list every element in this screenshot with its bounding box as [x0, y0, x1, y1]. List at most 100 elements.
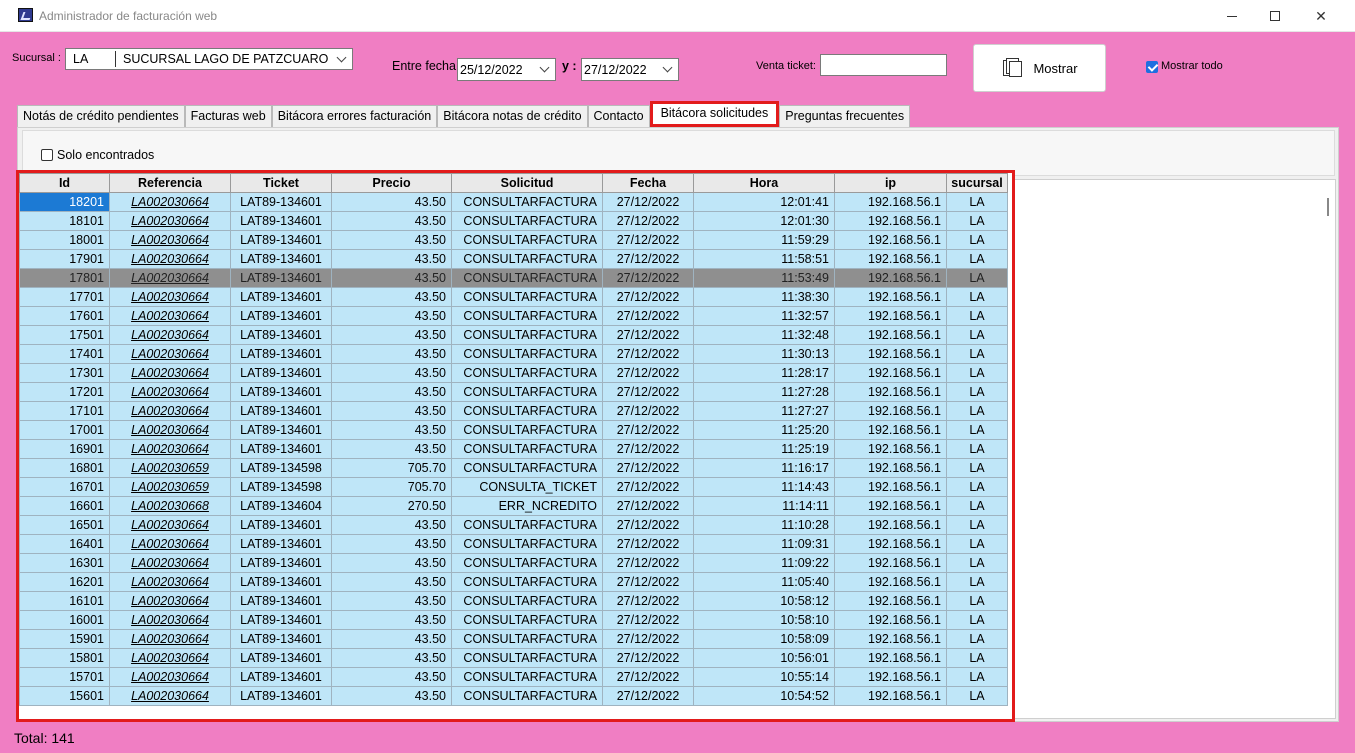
cell-referencia[interactable]: LA002030664	[109, 249, 231, 269]
cell-precio: 43.50	[331, 515, 452, 535]
cell-referencia[interactable]: LA002030668	[109, 496, 231, 516]
cell-referencia[interactable]: LA002030664	[109, 192, 231, 212]
column-header-sucursal[interactable]: sucursal	[946, 173, 1008, 193]
cell-referencia[interactable]: LA002030664	[109, 420, 231, 440]
tab-notas-credito-pendientes[interactable]: Notás de crédito pendientes	[17, 105, 185, 127]
minimize-button[interactable]	[1209, 0, 1255, 32]
cell-ip: 192.168.56.1	[834, 192, 947, 212]
cell-sucursal: LA	[946, 572, 1008, 592]
cell-referencia[interactable]: LA002030664	[109, 401, 231, 421]
cell-referencia[interactable]: LA002030664	[109, 591, 231, 611]
cell-referencia[interactable]: LA002030664	[109, 325, 231, 345]
cell-referencia[interactable]: LA002030659	[109, 458, 231, 478]
column-header-ticket[interactable]: Ticket	[230, 173, 332, 193]
fecha-inicio-picker[interactable]: 25/12/2022	[457, 58, 556, 81]
cell-referencia[interactable]: LA002030664	[109, 648, 231, 668]
cell-referencia[interactable]: LA002030664	[109, 344, 231, 364]
cell-ip: 192.168.56.1	[834, 496, 947, 516]
table-row[interactable]: 17801 LA002030664 LAT89-134601 43.50 CONSULT…	[19, 268, 1008, 288]
cell-referencia[interactable]: LA002030664	[109, 363, 231, 383]
table-row[interactable]: 17501 LA002030664 LAT89-134601 43.50 CONSULT…	[19, 325, 1008, 345]
table-row[interactable]: 16901 LA002030664 LAT89-134601 43.50 CONSULT…	[19, 439, 1008, 459]
table-row[interactable]: 17701 LA002030664 LAT89-134601 43.50 CONSULT…	[19, 287, 1008, 307]
table-row[interactable]: 17001 LA002030664 LAT89-134601 43.50 CONSULT…	[19, 420, 1008, 440]
cell-ticket: LAT89-134601	[230, 686, 332, 706]
cell-precio: 43.50	[331, 401, 452, 421]
cell-id: 17901	[19, 249, 110, 269]
mostrar-todo-checkbox[interactable]	[1146, 61, 1158, 73]
fecha-fin-picker[interactable]: 27/12/2022	[581, 58, 679, 81]
tab-bitacora-errores-facturacion[interactable]: Bitácora errores facturación	[271, 105, 438, 127]
cell-referencia[interactable]: LA002030664	[109, 287, 231, 307]
table-row[interactable]: 16501 LA002030664 LAT89-134601 43.50 CONSULT…	[19, 515, 1008, 535]
column-header-ip[interactable]: ip	[834, 173, 947, 193]
cell-referencia[interactable]: LA002030664	[109, 306, 231, 326]
cell-id: 18201	[19, 192, 110, 212]
column-header-hora[interactable]: Hora	[693, 173, 835, 193]
cell-referencia[interactable]: LA002030664	[109, 268, 231, 288]
table-row[interactable]: 18001 LA002030664 LAT89-134601 43.50 CONSULT…	[19, 230, 1008, 250]
table-row[interactable]: 17201 LA002030664 LAT89-134601 43.50 CONSULT…	[19, 382, 1008, 402]
cell-referencia[interactable]: LA002030664	[109, 382, 231, 402]
table-row[interactable]: 17301 LA002030664 LAT89-134601 43.50 CONSULT…	[19, 363, 1008, 383]
cell-referencia[interactable]: LA002030664	[109, 610, 231, 630]
cell-referencia[interactable]: LA002030664	[109, 534, 231, 554]
table-row[interactable]: 16701 LA002030659 LAT89-134598 705.70 CONSUL…	[19, 477, 1008, 497]
cell-fecha: 27/12/2022	[602, 268, 694, 288]
table-row[interactable]: 16601 LA002030668 LAT89-134604 270.50 ERR_NC…	[19, 496, 1008, 516]
cell-referencia[interactable]: LA002030664	[109, 553, 231, 573]
column-header-solicitud[interactable]: Solicitud	[451, 173, 603, 193]
cell-precio: 43.50	[331, 249, 452, 269]
cell-referencia[interactable]: LA002030664	[109, 515, 231, 535]
cell-referencia[interactable]: LA002030664	[109, 667, 231, 687]
cell-hora: 11:16:17	[693, 458, 835, 478]
table-row[interactable]: 17901 LA002030664 LAT89-134601 43.50 CONSULT…	[19, 249, 1008, 269]
table-row[interactable]: 18201 LA002030664 LAT89-134601 43.50 CONSULT…	[19, 192, 1008, 212]
table-row[interactable]: 15601 LA002030664 LAT89-134601 43.50 CONSULT…	[19, 686, 1008, 706]
table-row[interactable]: 16801 LA002030659 LAT89-134598 705.70 CONSUL…	[19, 458, 1008, 478]
sucursal-select[interactable]: LA SUCURSAL LAGO DE PATZCUARO	[65, 48, 353, 70]
table-row[interactable]: 15801 LA002030664 LAT89-134601 43.50 CONSULT…	[19, 648, 1008, 668]
cell-referencia[interactable]: LA002030664	[109, 572, 231, 592]
column-header-fecha[interactable]: Fecha	[602, 173, 694, 193]
column-header-id[interactable]: Id	[19, 173, 110, 193]
cell-referencia[interactable]: LA002030659	[109, 477, 231, 497]
cell-referencia[interactable]: LA002030664	[109, 629, 231, 649]
cell-id: 16801	[19, 458, 110, 478]
cell-referencia[interactable]: LA002030664	[109, 211, 231, 231]
table-row[interactable]: 17101 LA002030664 LAT89-134601 43.50 CONSULT…	[19, 401, 1008, 421]
tab-bitacora-notas-credito[interactable]: Bitácora notas de crédito	[437, 105, 588, 127]
tab-preguntas-frecuentes[interactable]: Preguntas frecuentes	[779, 105, 911, 127]
table-row[interactable]: 18101 LA002030664 LAT89-134601 43.50 CONSULT…	[19, 211, 1008, 231]
table-row[interactable]: 16201 LA002030664 LAT89-134601 43.50 CONSULT…	[19, 572, 1008, 592]
cell-referencia[interactable]: LA002030664	[109, 686, 231, 706]
cell-solicitud: ERR_NCREDITO	[451, 496, 603, 516]
cell-sucursal: LA	[946, 249, 1008, 269]
close-button[interactable]: ✕	[1298, 0, 1344, 32]
table-row[interactable]: 15701 LA002030664 LAT89-134601 43.50 CONSULT…	[19, 667, 1008, 687]
solo-encontrados-checkbox[interactable]	[41, 149, 53, 161]
tab-contacto[interactable]: Contacto	[587, 105, 650, 127]
cell-referencia[interactable]: LA002030664	[109, 230, 231, 250]
mostrar-button[interactable]: Mostrar	[973, 44, 1106, 92]
cell-precio: 43.50	[331, 325, 452, 345]
table-row[interactable]: 16101 LA002030664 LAT89-134601 43.50 CONSULT…	[19, 591, 1008, 611]
cell-sucursal: LA	[946, 363, 1008, 383]
vertical-scrollbar[interactable]	[1321, 180, 1335, 718]
tab-facturas-web[interactable]: Facturas web	[184, 105, 272, 127]
table-row[interactable]: 17401 LA002030664 LAT89-134601 43.50 CONSULT…	[19, 344, 1008, 364]
venta-ticket-input[interactable]	[820, 54, 947, 76]
table-row[interactable]: 16401 LA002030664 LAT89-134601 43.50 CONSULT…	[19, 534, 1008, 554]
tab-bitacora-solicitudes[interactable]: Bitácora solicitudes	[649, 101, 780, 127]
cell-sucursal: LA	[946, 648, 1008, 668]
cell-referencia[interactable]: LA002030664	[109, 439, 231, 459]
cell-sucursal: LA	[946, 401, 1008, 421]
table-row[interactable]: 16001 LA002030664 LAT89-134601 43.50 CONSULT…	[19, 610, 1008, 630]
table-row[interactable]: 17601 LA002030664 LAT89-134601 43.50 CONSULT…	[19, 306, 1008, 326]
column-header-referencia[interactable]: Referencia	[109, 173, 231, 193]
maximize-button[interactable]	[1252, 0, 1298, 32]
scrollbar-thumb[interactable]	[1327, 198, 1329, 216]
table-row[interactable]: 15901 LA002030664 LAT89-134601 43.50 CONSULT…	[19, 629, 1008, 649]
column-header-precio[interactable]: Precio	[331, 173, 452, 193]
table-row[interactable]: 16301 LA002030664 LAT89-134601 43.50 CONSULT…	[19, 553, 1008, 573]
